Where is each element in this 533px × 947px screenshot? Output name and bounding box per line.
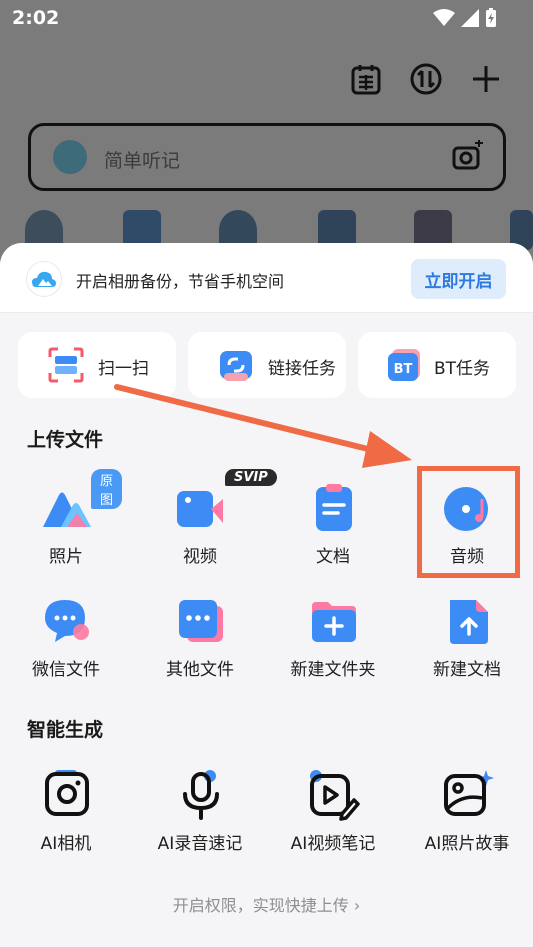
link-task-icon — [220, 351, 252, 381]
new-document-icon — [450, 600, 488, 644]
microphone-icon — [183, 770, 219, 820]
quick-action-label: BT任务 — [434, 359, 491, 379]
grid-item-label: AI相机 — [40, 834, 92, 854]
ai-video-note-button[interactable]: AI视频笔记 — [278, 770, 388, 880]
video-icon — [177, 491, 223, 527]
quick-actions: 扫一扫 链接任务 BT BT任务 — [18, 332, 516, 398]
upload-photo-button[interactable]: 照片 原图 — [11, 469, 123, 593]
svip-badge: SVIP — [225, 469, 277, 486]
new-document-button[interactable]: 新建文档 — [412, 596, 522, 706]
search-bar[interactable]: 简单听记 — [28, 123, 506, 191]
search-placeholder: 简单听记 — [104, 150, 181, 172]
status-bar: 2:02 — [0, 0, 533, 36]
grid-item-label: AI视频笔记 — [290, 834, 376, 854]
sign-in-calendar-icon[interactable] — [349, 62, 383, 96]
annotation-highlight-box — [417, 466, 520, 578]
upload-document-button[interactable]: 文档 — [278, 483, 388, 593]
document-icon — [316, 484, 352, 531]
top-actions — [349, 62, 503, 96]
link-task-button[interactable]: 链接任务 — [188, 332, 346, 398]
grid-item-label: 微信文件 — [32, 660, 100, 680]
assistant-avatar-icon — [53, 140, 87, 174]
scan-icon — [48, 347, 84, 383]
grid-item-label: AI录音速记 — [157, 834, 243, 854]
ai-section-title: 智能生成 — [27, 719, 104, 741]
grid-item-label: 新建文件夹 — [290, 660, 376, 680]
cloud-photo-icon — [27, 262, 61, 296]
grid-item-label: 其他文件 — [166, 660, 234, 680]
upload-other-file-button[interactable]: 其他文件 — [145, 596, 255, 706]
enable-backup-button[interactable]: 立即开启 — [411, 259, 506, 299]
new-folder-button[interactable]: 新建文件夹 — [278, 596, 388, 706]
quick-action-label: 链接任务 — [268, 359, 336, 379]
bt-icon-text: BT — [394, 362, 413, 377]
status-icons — [433, 8, 497, 28]
quick-action-label: 扫一扫 — [98, 359, 149, 379]
photo-story-icon — [444, 770, 494, 816]
camera-icon — [45, 770, 89, 816]
ai-photo-story-button[interactable]: AI照片故事 — [412, 770, 522, 880]
bt-task-button[interactable]: BT BT任务 — [358, 332, 516, 398]
status-time: 2:02 — [12, 7, 60, 29]
scan-button[interactable]: 扫一扫 — [18, 332, 176, 398]
grid-item-label: 视频 — [183, 547, 217, 567]
ai-camera-search-icon[interactable] — [451, 140, 485, 174]
wifi-icon — [433, 9, 455, 26]
grid-item-label: AI照片故事 — [424, 834, 510, 854]
video-note-icon — [310, 770, 360, 821]
grid-item-label: 文档 — [316, 547, 350, 567]
album-backup-banner[interactable]: 开启相册备份，节省手机空间 立即开启 — [0, 243, 533, 313]
grid-item-label: 照片 — [49, 547, 83, 567]
banner-text: 开启相册备份，节省手机空间 — [76, 272, 285, 291]
signal-icon — [461, 9, 479, 27]
upload-video-button[interactable]: 视频 SVIP — [145, 469, 277, 593]
other-file-icon — [179, 600, 223, 642]
wechat-file-icon — [45, 600, 89, 642]
grid-item-label: 新建文档 — [433, 660, 501, 680]
upload-wechat-file-button[interactable]: 微信文件 — [11, 596, 121, 706]
transfer-icon[interactable] — [409, 62, 443, 96]
upload-section-title: 上传文件 — [27, 429, 104, 451]
bt-task-icon: BT — [388, 349, 420, 381]
upload-bottom-sheet: 开启相册备份，节省手机空间 立即开启 扫一扫 链接任务 BT BT任务 上传文件… — [0, 243, 533, 947]
new-folder-icon — [312, 602, 356, 642]
enable-permission-link[interactable]: 开启权限，实现快捷上传 › — [0, 892, 533, 916]
ai-voice-memo-button[interactable]: AI录音速记 — [145, 770, 255, 880]
add-icon[interactable] — [469, 62, 503, 96]
battery-icon — [486, 8, 496, 27]
photo-icon — [43, 492, 91, 527]
ai-camera-button[interactable]: AI相机 — [11, 770, 121, 880]
original-badge: 原图 — [91, 469, 123, 509]
